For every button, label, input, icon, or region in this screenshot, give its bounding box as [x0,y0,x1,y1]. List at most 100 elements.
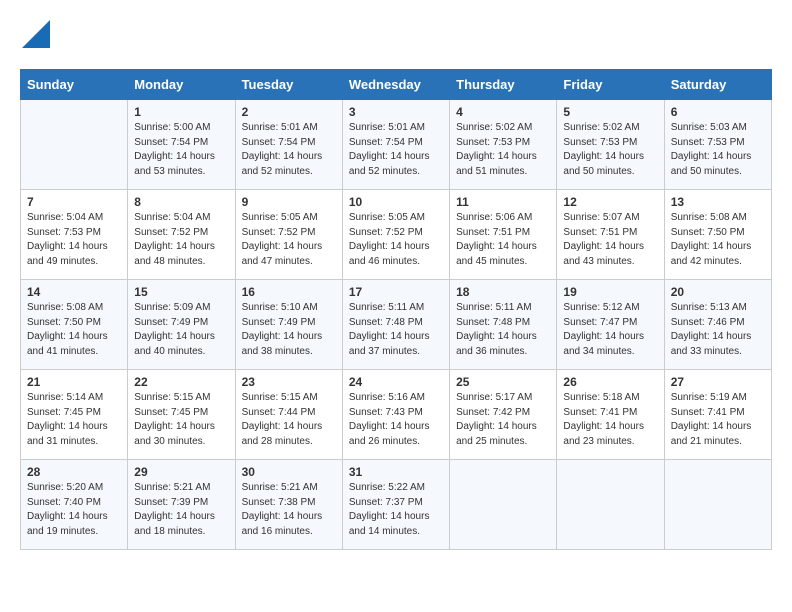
calendar-week-row: 14 Sunrise: 5:08 AMSunset: 7:50 PMDayligh… [21,280,772,370]
day-info: Sunrise: 5:14 AMSunset: 7:45 PMDaylight:… [27,391,121,449]
day-number: 25 [456,375,550,389]
calendar-cell: 31 Sunrise: 5:22 AMSunset: 7:37 PMDayligh… [342,460,449,550]
day-info: Sunrise: 5:02 AMSunset: 7:53 PMDaylight:… [456,121,550,179]
weekday-header: Tuesday [235,70,342,100]
calendar-cell [450,460,557,550]
logo [20,20,50,53]
calendar-cell [557,460,664,550]
day-number: 12 [563,195,657,209]
calendar-cell: 30 Sunrise: 5:21 AMSunset: 7:38 PMDayligh… [235,460,342,550]
calendar-cell: 13 Sunrise: 5:08 AMSunset: 7:50 PMDayligh… [664,190,771,280]
calendar-cell: 26Sunrise: 5:18 AMSunset: 7:41 PMDayligh… [557,370,664,460]
day-info: Sunrise: 5:10 AMSunset: 7:49 PMDaylight:… [242,301,336,359]
day-info: Sunrise: 5:15 AMSunset: 7:45 PMDaylight:… [134,391,228,449]
logo-icon [22,20,50,48]
day-number: 10 [349,195,443,209]
day-info: Sunrise: 5:19 AMSunset: 7:41 PMDaylight:… [671,391,765,449]
calendar-cell: 15 Sunrise: 5:09 AMSunset: 7:49 PMDayligh… [128,280,235,370]
day-number: 28 [27,465,121,479]
day-number: 27 [671,375,765,389]
day-number: 23 [242,375,336,389]
calendar-cell: 24 Sunrise: 5:16 AMSunset: 7:43 PMDayligh… [342,370,449,460]
day-info: Sunrise: 5:12 AMSunset: 7:47 PMDaylight:… [563,301,657,359]
day-number: 8 [134,195,228,209]
day-number: 5 [563,105,657,119]
calendar-cell: 23 Sunrise: 5:15 AMSunset: 7:44 PMDayligh… [235,370,342,460]
day-info: Sunrise: 5:00 AMSunset: 7:54 PMDaylight:… [134,121,228,179]
weekday-header: Sunday [21,70,128,100]
calendar-week-row: 28 Sunrise: 5:20 AMSunset: 7:40 PMDayligh… [21,460,772,550]
day-number: 20 [671,285,765,299]
day-number: 30 [242,465,336,479]
calendar-cell: 14 Sunrise: 5:08 AMSunset: 7:50 PMDayligh… [21,280,128,370]
calendar-week-row: 7 Sunrise: 5:04 AMSunset: 7:53 PMDaylight… [21,190,772,280]
day-number: 1 [134,105,228,119]
calendar-cell: 17 Sunrise: 5:11 AMSunset: 7:48 PMDayligh… [342,280,449,370]
calendar-cell: 20 Sunrise: 5:13 AMSunset: 7:46 PMDayligh… [664,280,771,370]
day-number: 26 [563,375,657,389]
day-number: 2 [242,105,336,119]
day-info: Sunrise: 5:11 AMSunset: 7:48 PMDaylight:… [349,301,443,359]
day-info: Sunrise: 5:05 AMSunset: 7:52 PMDaylight:… [349,211,443,269]
calendar-cell: 19 Sunrise: 5:12 AMSunset: 7:47 PMDayligh… [557,280,664,370]
calendar-week-row: 1 Sunrise: 5:00 AMSunset: 7:54 PMDaylight… [21,100,772,190]
page-header [20,20,772,53]
day-number: 16 [242,285,336,299]
day-number: 18 [456,285,550,299]
day-info: Sunrise: 5:01 AMSunset: 7:54 PMDaylight:… [242,121,336,179]
day-info: Sunrise: 5:08 AMSunset: 7:50 PMDaylight:… [27,301,121,359]
calendar-cell: 5 Sunrise: 5:02 AMSunset: 7:53 PMDaylight… [557,100,664,190]
calendar-header: SundayMondayTuesdayWednesdayThursdayFrid… [21,70,772,100]
day-info: Sunrise: 5:09 AMSunset: 7:49 PMDaylight:… [134,301,228,359]
day-info: Sunrise: 5:06 AMSunset: 7:51 PMDaylight:… [456,211,550,269]
day-info: Sunrise: 5:22 AMSunset: 7:37 PMDaylight:… [349,481,443,539]
calendar-cell: 29 Sunrise: 5:21 AMSunset: 7:39 PMDayligh… [128,460,235,550]
day-number: 3 [349,105,443,119]
calendar-cell: 27 Sunrise: 5:19 AMSunset: 7:41 PMDayligh… [664,370,771,460]
day-number: 29 [134,465,228,479]
calendar-cell: 6Sunrise: 5:03 AMSunset: 7:53 PMDaylight… [664,100,771,190]
calendar-cell: 9Sunrise: 5:05 AMSunset: 7:52 PMDaylight… [235,190,342,280]
calendar-cell: 16 Sunrise: 5:10 AMSunset: 7:49 PMDayligh… [235,280,342,370]
day-number: 9 [242,195,336,209]
calendar-cell: 18 Sunrise: 5:11 AMSunset: 7:48 PMDayligh… [450,280,557,370]
calendar-cell: 1 Sunrise: 5:00 AMSunset: 7:54 PMDaylight… [128,100,235,190]
weekday-header: Saturday [664,70,771,100]
day-info: Sunrise: 5:13 AMSunset: 7:46 PMDaylight:… [671,301,765,359]
day-number: 24 [349,375,443,389]
calendar-table: SundayMondayTuesdayWednesdayThursdayFrid… [20,69,772,550]
weekday-header: Friday [557,70,664,100]
day-info: Sunrise: 5:17 AMSunset: 7:42 PMDaylight:… [456,391,550,449]
day-info: Sunrise: 5:07 AMSunset: 7:51 PMDaylight:… [563,211,657,269]
day-number: 21 [27,375,121,389]
day-number: 13 [671,195,765,209]
calendar-cell: 7 Sunrise: 5:04 AMSunset: 7:53 PMDaylight… [21,190,128,280]
day-number: 6 [671,105,765,119]
day-info: Sunrise: 5:21 AMSunset: 7:38 PMDaylight:… [242,481,336,539]
day-info: Sunrise: 5:21 AMSunset: 7:39 PMDaylight:… [134,481,228,539]
day-info: Sunrise: 5:01 AMSunset: 7:54 PMDaylight:… [349,121,443,179]
day-info: Sunrise: 5:08 AMSunset: 7:50 PMDaylight:… [671,211,765,269]
weekday-header: Thursday [450,70,557,100]
weekday-header: Wednesday [342,70,449,100]
day-info: Sunrise: 5:11 AMSunset: 7:48 PMDaylight:… [456,301,550,359]
day-number: 15 [134,285,228,299]
calendar-cell: 4Sunrise: 5:02 AMSunset: 7:53 PMDaylight… [450,100,557,190]
day-number: 22 [134,375,228,389]
day-number: 31 [349,465,443,479]
day-info: Sunrise: 5:20 AMSunset: 7:40 PMDaylight:… [27,481,121,539]
day-number: 17 [349,285,443,299]
calendar-cell [21,100,128,190]
day-info: Sunrise: 5:04 AMSunset: 7:53 PMDaylight:… [27,211,121,269]
day-number: 14 [27,285,121,299]
day-info: Sunrise: 5:16 AMSunset: 7:43 PMDaylight:… [349,391,443,449]
weekday-header: Monday [128,70,235,100]
day-info: Sunrise: 5:15 AMSunset: 7:44 PMDaylight:… [242,391,336,449]
calendar-cell: 10 Sunrise: 5:05 AMSunset: 7:52 PMDayligh… [342,190,449,280]
calendar-cell: 2 Sunrise: 5:01 AMSunset: 7:54 PMDaylight… [235,100,342,190]
day-number: 7 [27,195,121,209]
day-number: 19 [563,285,657,299]
day-info: Sunrise: 5:02 AMSunset: 7:53 PMDaylight:… [563,121,657,179]
calendar-week-row: 21 Sunrise: 5:14 AMSunset: 7:45 PMDayligh… [21,370,772,460]
calendar-cell: 8Sunrise: 5:04 AMSunset: 7:52 PMDaylight… [128,190,235,280]
